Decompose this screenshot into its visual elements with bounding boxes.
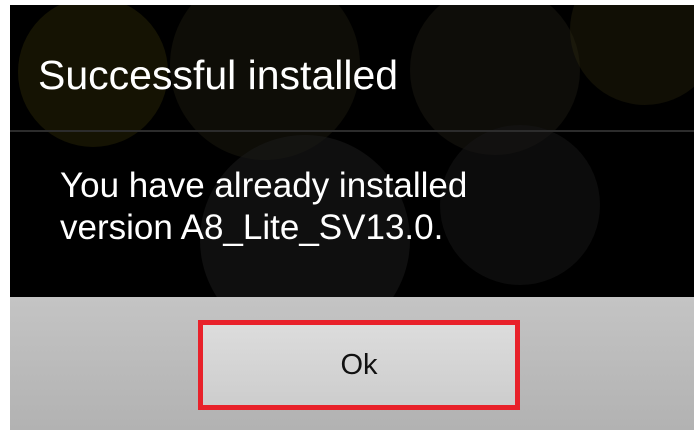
message-line: version A8_Lite_SV13.0.	[60, 208, 444, 247]
dialog-button-bar: Ok	[10, 297, 694, 430]
ok-button-label: Ok	[340, 348, 378, 381]
screen: Successful installed You have already in…	[0, 0, 694, 430]
wallpaper-bubble	[570, 5, 694, 105]
title-divider	[10, 130, 694, 132]
ok-button[interactable]: Ok	[198, 320, 520, 410]
dialog-message: You have already installed version A8_Li…	[60, 165, 620, 249]
dialog-title: Successful installed	[38, 52, 399, 98]
wallpaper-bubble	[410, 5, 580, 155]
install-result-dialog: Successful installed You have already in…	[10, 5, 694, 430]
message-line: You have already installed	[60, 166, 468, 205]
